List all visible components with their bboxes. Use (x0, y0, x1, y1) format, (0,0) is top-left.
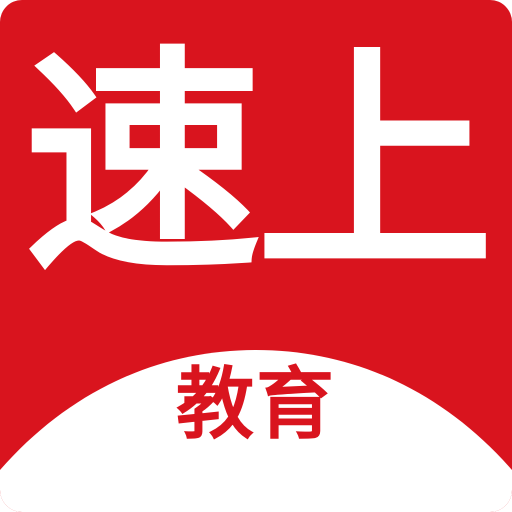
logo-subtitle: 教育 (175, 360, 336, 450)
logo-title: 速上 (24, 27, 494, 304)
app-icon: 速上 教育 (0, 0, 512, 512)
